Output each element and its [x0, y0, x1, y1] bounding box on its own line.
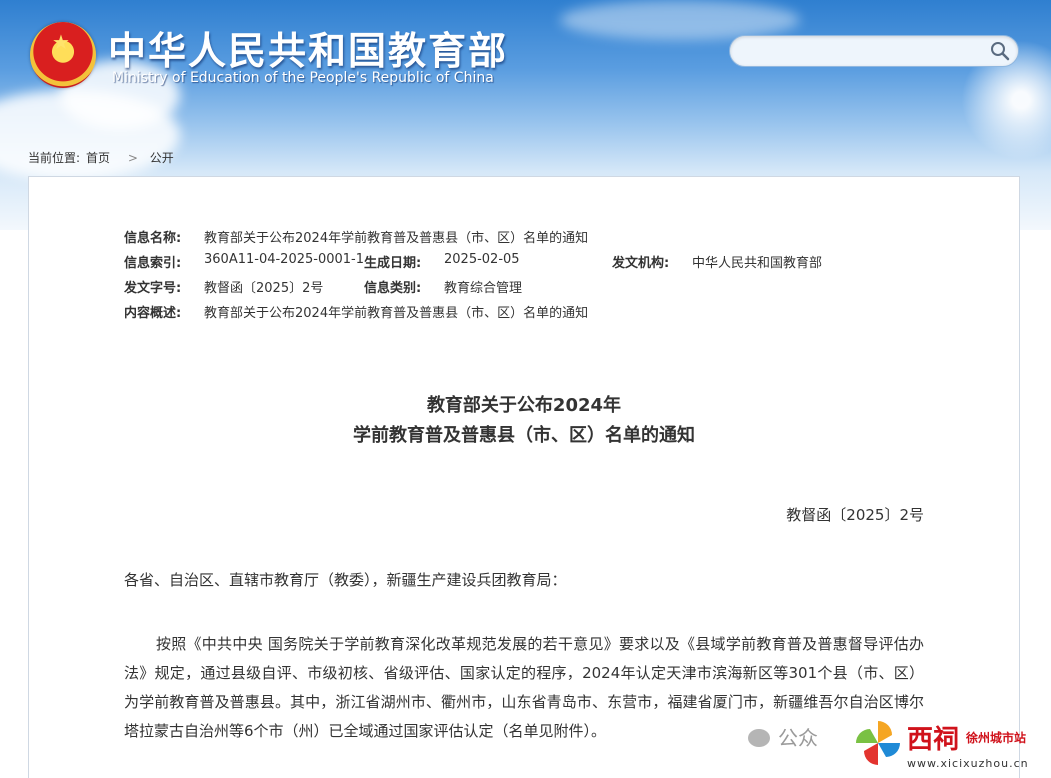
metadata-label: 发文字号: [124, 281, 182, 296]
metadata-value: 教育部关于公布2024年学前教育普及普惠县（市、区）名单的通知 [204, 306, 589, 321]
article-panel: 信息名称: 教育部关于公布2024年学前教育普及普惠县（市、区）名单的通知 信息… [28, 176, 1020, 778]
document-title: 教育部关于公布2024年 学前教育普及普惠县（市、区）名单的通知 [29, 391, 1019, 451]
breadcrumb-current-link[interactable]: 公开 [150, 151, 174, 165]
metadata-value: 2025-02-05 [444, 252, 520, 267]
cloud-decoration [560, 0, 800, 40]
breadcrumb-home-link[interactable]: 首页 [86, 151, 110, 165]
metadata-label: 信息索引: [124, 256, 182, 271]
document-number: 教督函〔2025〕2号 [786, 506, 924, 524]
metadata-value: 教育部关于公布2024年学前教育普及普惠县（市、区）名单的通知 [204, 231, 589, 246]
wechat-watermark: 公众 [748, 722, 818, 751]
brand-watermark: 西祠 徐州城市站 www.xicixuzhou.cn [852, 717, 1051, 777]
metadata-label: 发文机构: [612, 256, 670, 271]
document-title-line: 学前教育普及普惠县（市、区）名单的通知 [353, 425, 695, 446]
metadata-value: 教督函〔2025〕2号 [204, 281, 324, 296]
metadata-label: 信息名称: [124, 231, 182, 246]
breadcrumb: 当前位置: 首页 > 公开 [28, 149, 180, 166]
site-subtitle: Ministry of Education of the People's Re… [112, 70, 494, 86]
search-icon[interactable] [990, 41, 1010, 61]
metadata-value: 360A11-04-2025-0001-1 [204, 252, 364, 267]
metadata-label: 信息类别: [364, 281, 422, 296]
metadata-label: 内容概述: [124, 306, 182, 321]
document-title-line: 教育部关于公布2024年 [426, 395, 622, 416]
chevron-right-icon: > [127, 151, 138, 165]
breadcrumb-prefix: 当前位置: [28, 151, 81, 165]
document-addressee: 各省、自治区、直辖市教育厅（教委），新疆生产建设兵团教育局： [124, 571, 567, 589]
site-title[interactable]: 中华人民共和国教育部 [108, 20, 508, 75]
brand-city: 徐州城市站 [966, 731, 1027, 745]
national-emblem-icon: ★ [30, 22, 96, 88]
metadata-label: 生成日期: [364, 256, 422, 271]
wechat-icon [748, 728, 770, 747]
metadata-value: 教育综合管理 [444, 281, 523, 296]
metadata-value: 中华人民共和国教育部 [692, 256, 823, 271]
brand-url: www.xicixuzhou.cn [907, 757, 1029, 770]
search-box[interactable] [729, 35, 1019, 67]
pinwheel-logo-icon [856, 721, 900, 765]
brand-name: 西祠 [907, 725, 960, 755]
wechat-watermark-label: 公众 [778, 726, 818, 750]
star-icon: ★ [52, 30, 70, 54]
